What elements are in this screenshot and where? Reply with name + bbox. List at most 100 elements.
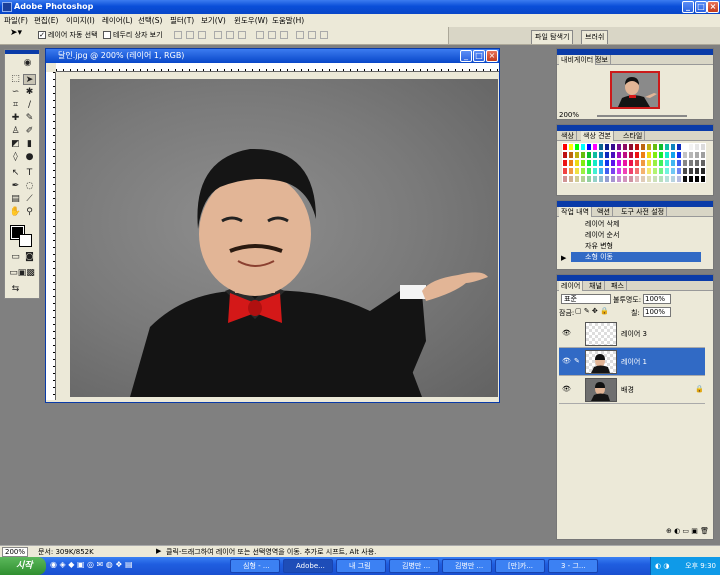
tab-file-browser[interactable]: 파일 탐색기	[531, 30, 574, 44]
tab-layers[interactable]: 레이어	[559, 281, 584, 291]
history-item[interactable]: 레이어 삭제	[571, 219, 701, 229]
blur-tool-icon[interactable]: ◊	[9, 152, 22, 163]
status-zoom[interactable]: 200%	[2, 547, 29, 557]
notes-tool-icon[interactable]: ▤	[9, 194, 22, 205]
zoom-tool-icon[interactable]: ⚲	[23, 207, 36, 218]
close-button[interactable]: ×	[707, 1, 719, 13]
blend-mode-select[interactable]: 표준	[561, 294, 611, 304]
layer-row[interactable]: 👁 레이어 3	[559, 320, 705, 348]
align-right-icon[interactable]	[238, 31, 246, 39]
gradient-tool-icon[interactable]: ▮	[23, 139, 36, 150]
layer-row[interactable]: 👁 배경 🔒	[559, 376, 705, 404]
maximize-button[interactable]: □	[695, 1, 707, 13]
history-item[interactable]: 자유 변형	[571, 241, 701, 251]
tab-brushes[interactable]: 브러쉬	[581, 30, 609, 44]
layer-row[interactable]: 👁 ✎ 레이어 1	[559, 348, 705, 376]
screen-mode-icons[interactable]: ▭▣▩	[7, 268, 37, 279]
taskbar-item[interactable]: Adobe...	[283, 559, 333, 573]
taskbar-item[interactable]: 3 - 그...	[548, 559, 598, 573]
horizontal-ruler[interactable]	[56, 63, 499, 72]
menu-help[interactable]: 도움말(H)	[272, 15, 304, 26]
photoshop-logo-icon[interactable]: ◉	[21, 58, 34, 69]
tab-navigator[interactable]: 내비게이터	[559, 55, 597, 65]
tab-actions[interactable]: 액션	[595, 207, 613, 217]
shape-tool-icon[interactable]: ◌	[23, 181, 36, 192]
minimize-button[interactable]: _	[682, 1, 694, 13]
menu-select[interactable]: 선택(S)	[138, 15, 162, 26]
eraser-tool-icon[interactable]: ◩	[9, 139, 22, 150]
brush-tool-icon[interactable]: ✎	[23, 113, 36, 124]
tab-info[interactable]: 정보	[593, 55, 611, 65]
clone-stamp-tool-icon[interactable]: ♙	[9, 126, 22, 137]
menu-image[interactable]: 이미지(I)	[66, 15, 95, 26]
dodge-tool-icon[interactable]: ●	[23, 152, 36, 163]
tab-paths[interactable]: 패스	[609, 281, 627, 291]
pen-tool-icon[interactable]: ✒	[9, 181, 22, 192]
doc-close-button[interactable]: ×	[486, 50, 498, 62]
tab-color[interactable]: 색상	[559, 131, 577, 141]
taskbar-item[interactable]: 김병만 ...	[389, 559, 439, 573]
color-swatch[interactable]	[700, 151, 706, 159]
eye-icon[interactable]: 👁	[562, 385, 571, 393]
tab-channels[interactable]: 채널	[587, 281, 605, 291]
align-middle-icon[interactable]	[186, 31, 194, 39]
tab-swatches[interactable]: 색상 견본	[581, 131, 614, 141]
background-color-swatch[interactable]	[19, 234, 32, 247]
menu-file[interactable]: 파일(F)	[4, 15, 28, 26]
distribute-right-icon[interactable]	[320, 31, 328, 39]
quick-mask-mode-icon[interactable]: ◙	[23, 252, 36, 263]
hand-tool-icon[interactable]: ✋	[9, 207, 22, 218]
image-canvas[interactable]	[70, 79, 498, 397]
standard-mode-icon[interactable]: ▭	[9, 252, 22, 263]
taskbar-item[interactable]: 내 그림	[336, 559, 386, 573]
menu-layer[interactable]: 레이어(L)	[102, 15, 133, 26]
crop-tool-icon[interactable]: ⌗	[9, 100, 22, 111]
healing-brush-tool-icon[interactable]: ✚	[9, 113, 22, 124]
tab-history[interactable]: 작업 내역	[559, 207, 592, 217]
slice-tool-icon[interactable]: ∕	[23, 100, 36, 111]
menu-filter[interactable]: 필터(T)	[170, 15, 194, 26]
doc-minimize-button[interactable]: _	[460, 50, 472, 62]
path-selection-tool-icon[interactable]: ↖	[9, 168, 22, 179]
color-swatch[interactable]	[700, 167, 706, 175]
align-center-icon[interactable]	[226, 31, 234, 39]
taskbar-item[interactable]: [만]카...	[495, 559, 545, 573]
toolbox-grip[interactable]	[5, 50, 39, 54]
bounding-box-checkbox[interactable]	[103, 31, 111, 39]
auto-select-checkbox[interactable]: ✓	[38, 31, 46, 39]
menu-view[interactable]: 보기(V)	[201, 15, 226, 26]
taskbar-item[interactable]: 심형 - ...	[230, 559, 280, 573]
status-arrow-icon[interactable]: ▶	[156, 547, 161, 555]
history-brush-tool-icon[interactable]: ✐	[23, 126, 36, 137]
lock-icons[interactable]: ▢ ✎ ✥ 🔒	[575, 307, 609, 315]
distribute-middle-icon[interactable]	[268, 31, 276, 39]
vertical-ruler[interactable]	[46, 72, 56, 400]
navigator-zoom-slider[interactable]	[597, 115, 687, 117]
color-swatch[interactable]	[700, 159, 706, 167]
tab-styles[interactable]: 스타일	[621, 131, 646, 141]
start-button[interactable]: 시작	[0, 557, 46, 575]
distribute-top-icon[interactable]	[256, 31, 264, 39]
tab-tool-presets[interactable]: 도구 사전 설정	[619, 207, 668, 217]
color-swatch[interactable]	[700, 175, 706, 183]
document-title-bar[interactable]: 달인.jpg @ 200% (레이어 1, RGB) _ □ ×	[46, 49, 499, 63]
color-swatch[interactable]	[700, 143, 706, 151]
lasso-tool-icon[interactable]: ∽	[9, 87, 22, 98]
swatch-grid[interactable]	[562, 143, 706, 183]
layer-actions-bar[interactable]: ⊕ ◐ ▭ ▣ 🗑	[559, 527, 709, 537]
jump-to-imageready-icon[interactable]: ⇆	[9, 284, 22, 295]
quick-launch-icons[interactable]: ◉ ◈ ◆ ▣ ◎ ✉ ◍ ❖ ▤	[50, 560, 133, 569]
navigator-zoom[interactable]: 200%	[559, 111, 579, 119]
history-item[interactable]: 레이어 순서	[571, 230, 701, 240]
distribute-bottom-icon[interactable]	[280, 31, 288, 39]
menu-edit[interactable]: 편집(E)	[34, 15, 58, 26]
type-tool-icon[interactable]: T	[23, 168, 36, 179]
marquee-tool-icon[interactable]: ⬚	[9, 74, 22, 85]
navigator-preview[interactable]	[610, 71, 660, 109]
opacity-input[interactable]: 100%	[643, 294, 671, 304]
align-bottom-icon[interactable]	[198, 31, 206, 39]
taskbar-item[interactable]: 김병만 ...	[442, 559, 492, 573]
tray-icons[interactable]: ◐ ◑	[655, 557, 669, 575]
distribute-center-icon[interactable]	[308, 31, 316, 39]
fill-input[interactable]: 100%	[643, 307, 671, 317]
